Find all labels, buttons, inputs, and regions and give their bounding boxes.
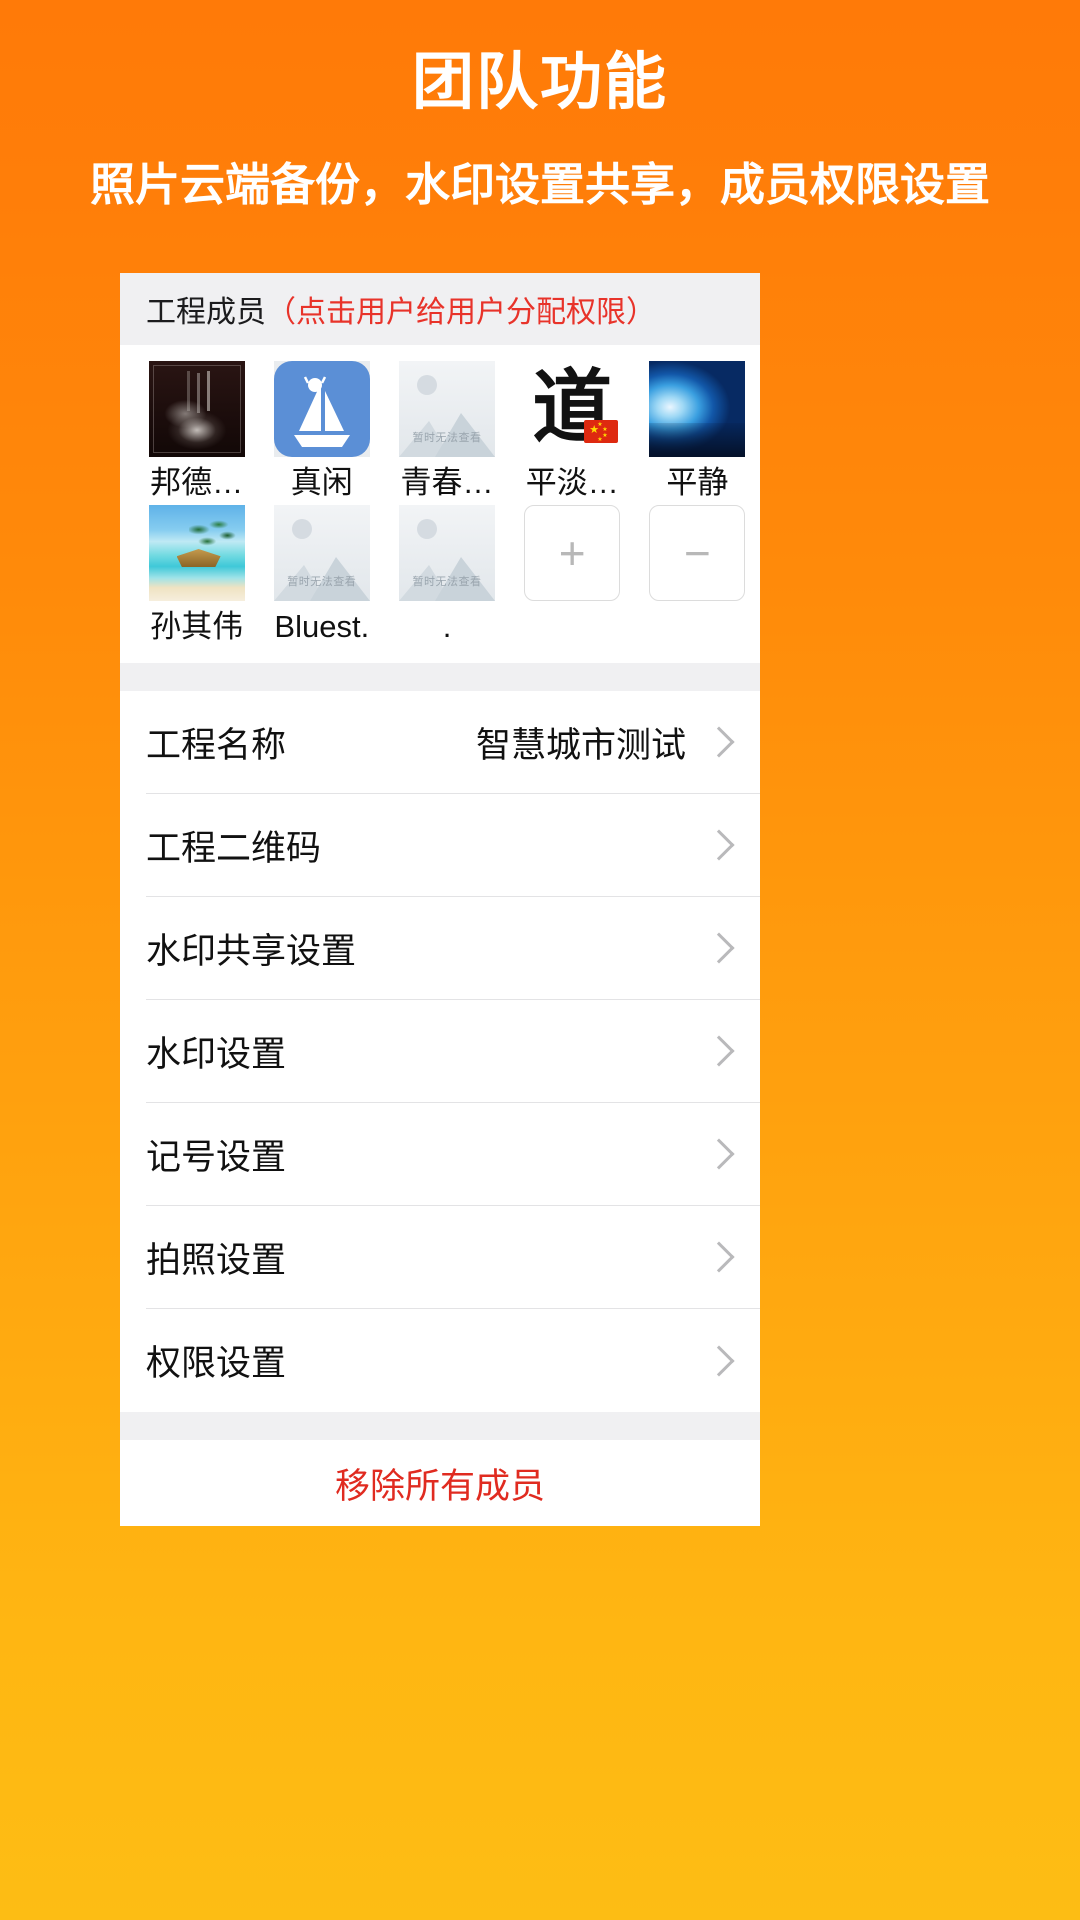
row-label: 水印共享设置	[146, 931, 357, 971]
page-subtitle: 照片云端备份，水印设置共享，成员权限设置	[89, 158, 990, 210]
member-item[interactable]: 道 ★ ★ ★ ★ ★ 平淡…	[510, 361, 635, 505]
promo-header: 团队功能 照片云端备份，水印设置共享，成员权限设置	[0, 0, 1080, 212]
phone-screen-card: 工程成员 （点击用户给用户分配权限） 邦德… 真闲 暂时无法查看 青春… 道 ★…	[120, 273, 760, 1526]
member-name: Bluest.	[274, 609, 370, 644]
chevron-right-icon	[703, 932, 735, 964]
members-section-hint: （点击用户给用户分配权限）	[266, 296, 656, 329]
members-row-1: 邦德… 真闲 暂时无法查看 青春… 道 ★ ★ ★ ★ ★ 平淡… 平静	[120, 361, 760, 505]
member-name: 真闲	[290, 465, 353, 500]
add-member-button[interactable]: +	[524, 505, 621, 601]
placeholder-text: 暂时无法查看	[412, 432, 482, 444]
member-item[interactable]: 暂时无法查看 青春…	[384, 361, 509, 505]
remove-member-button[interactable]: −	[649, 505, 746, 601]
row-label: 记号设置	[146, 1137, 287, 1177]
row-label: 权限设置	[146, 1344, 287, 1383]
member-item[interactable]: 暂时无法查看 .	[384, 505, 509, 649]
page-title: 团队功能	[411, 48, 668, 117]
settings-row-watermark-share[interactable]: 水印共享设置	[146, 897, 760, 1000]
chevron-right-icon	[703, 1035, 735, 1067]
placeholder-sun-icon	[417, 519, 437, 539]
dao-calligraphy-avatar: 道 ★ ★ ★ ★ ★	[524, 361, 621, 457]
broken-image-placeholder-avatar: 暂时无法查看	[399, 361, 495, 457]
settings-row-camera[interactable]: 拍照设置	[146, 1206, 760, 1309]
member-item[interactable]: 平静	[635, 361, 760, 505]
avatar[interactable]	[649, 361, 746, 457]
member-item[interactable]: 邦德…	[134, 361, 259, 505]
chevron-right-icon	[703, 726, 735, 758]
chevron-right-icon	[703, 829, 735, 861]
member-name: 孙其伟	[150, 609, 244, 644]
settings-row-project-qrcode[interactable]: 工程二维码	[146, 794, 760, 897]
member-name: 青春…	[400, 465, 494, 500]
avatar[interactable]: 道 ★ ★ ★ ★ ★	[524, 361, 621, 457]
member-name: 平淡…	[525, 465, 619, 500]
member-item[interactable]: 暂时无法查看 Bluest.	[259, 505, 384, 649]
chevron-right-icon	[703, 1138, 735, 1170]
member-name: 平静	[666, 465, 729, 500]
footer-divider	[120, 1412, 760, 1440]
row-label: 水印设置	[146, 1034, 287, 1074]
settings-list: 工程名称 智慧城市测试 工程二维码 水印共享设置 水印设置 记号设置 拍照设置	[120, 691, 760, 1412]
add-member-slot[interactable]: +	[510, 505, 635, 649]
row-label: 工程名称	[146, 725, 287, 765]
avatar[interactable]	[148, 361, 245, 457]
china-flag-icon: ★ ★ ★ ★ ★	[584, 420, 619, 443]
sailboat-icon-avatar	[273, 361, 370, 457]
remove-member-slot[interactable]: −	[635, 505, 760, 649]
broken-image-placeholder-avatar: 暂时无法查看	[399, 505, 495, 601]
settings-row-permission[interactable]: 权限设置	[146, 1309, 760, 1412]
members-section-title: 工程成员	[146, 296, 266, 329]
row-value: 智慧城市测试	[475, 725, 686, 765]
placeholder-text: 暂时无法查看	[287, 576, 357, 588]
member-item[interactable]: 真闲	[259, 361, 384, 505]
remove-all-members-button[interactable]: 移除所有成员	[120, 1440, 760, 1526]
avatar[interactable]	[148, 505, 245, 601]
avatar[interactable]: 暂时无法查看	[273, 505, 370, 601]
wave-photo-avatar	[649, 361, 746, 457]
member-name: .	[442, 609, 452, 644]
members-grid: 邦德… 真闲 暂时无法查看 青春… 道 ★ ★ ★ ★ ★ 平淡… 平静 孙其伟…	[120, 345, 760, 663]
row-label: 工程二维码	[146, 828, 322, 868]
settings-row-watermark[interactable]: 水印设置	[146, 1000, 760, 1103]
member-item[interactable]: 孙其伟	[134, 505, 259, 649]
beach-photo-avatar	[148, 505, 245, 601]
placeholder-sun-icon	[291, 519, 312, 539]
placeholder-text: 暂时无法查看	[412, 576, 482, 588]
members-row-2: 孙其伟 暂时无法查看 Bluest. 暂时无法查看 . + −	[120, 505, 760, 649]
chevron-right-icon	[703, 1241, 735, 1273]
section-divider	[120, 663, 760, 691]
broken-image-placeholder-avatar: 暂时无法查看	[273, 505, 370, 601]
avatar[interactable]	[273, 361, 370, 457]
chevron-right-icon	[703, 1344, 735, 1377]
settings-row-project-name[interactable]: 工程名称 智慧城市测试	[146, 691, 760, 794]
avatar[interactable]: 暂时无法查看	[399, 361, 495, 457]
book-photo-avatar	[148, 361, 245, 457]
placeholder-sun-icon	[417, 375, 437, 395]
member-name: 邦德…	[150, 465, 244, 500]
members-section-header: 工程成员 （点击用户给用户分配权限）	[120, 273, 760, 345]
avatar[interactable]: 暂时无法查看	[399, 505, 495, 601]
settings-row-mark[interactable]: 记号设置	[146, 1103, 760, 1206]
row-label: 拍照设置	[146, 1240, 287, 1280]
